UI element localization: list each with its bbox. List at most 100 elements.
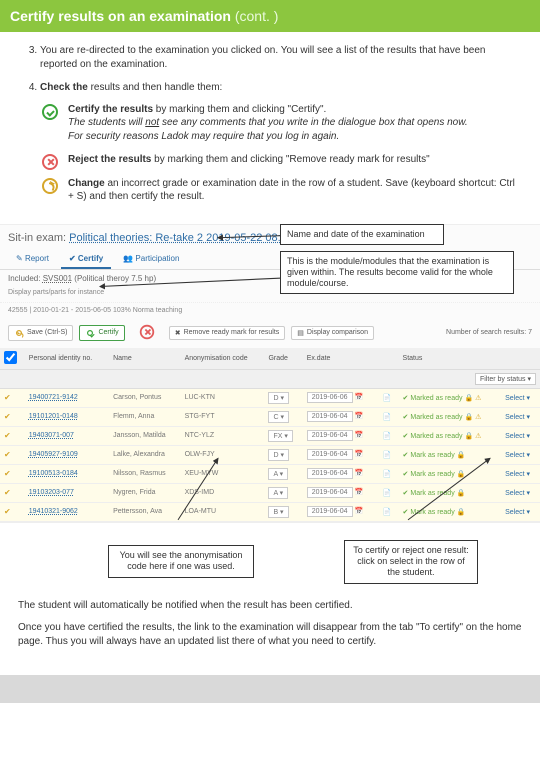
table-row: ✔19403071-007Jansson, MatildaNTC-YLZFX ▾… (0, 426, 540, 445)
cell-name: Pettersson, Ava (109, 502, 180, 521)
page-header: Certify results on an examination (cont.… (0, 0, 540, 32)
cell-note-icon[interactable]: 📄 (379, 407, 399, 426)
closing-p1: The student will automatically be notifi… (18, 599, 522, 613)
cell-date[interactable]: 2019-06-04 📅 (303, 445, 379, 464)
cell-status: ✔ Marked as ready 🔒 ⚠ (399, 407, 502, 426)
action-certify-lead: Certify the results (68, 104, 153, 115)
certify-button[interactable]: Certify (79, 325, 124, 341)
cell-select[interactable]: Select ▾ (501, 464, 540, 483)
callout-anon-code: You will see the anonymisation code here… (108, 545, 254, 578)
cell-grade[interactable]: A ▾ (264, 483, 302, 502)
table-row: ✔19400721-9142Carson, PontusLUC-KTND ▾20… (0, 388, 540, 407)
exam-title: Sit-in exam: Political theories: Re-take… (0, 225, 540, 250)
tab-participation[interactable]: 👥 Participation (115, 250, 187, 269)
x-circle-icon (42, 154, 58, 170)
warning-icon: ⚠ (475, 395, 481, 402)
cell-name: Nilsson, Rasmus (109, 464, 180, 483)
filter-by-status[interactable]: Filter by status ▾ (475, 373, 536, 385)
cell-name: Carson, Pontus (109, 388, 180, 407)
cell-status: ✔ Mark as ready 🔒 (399, 483, 502, 502)
lock-icon: 🔒 (457, 471, 466, 478)
tab-certify[interactable]: ✔ Certify (61, 250, 111, 269)
closing-p2: Once you have certified the results, the… (18, 621, 522, 649)
cell-pid: 19410321-9062 (25, 502, 109, 521)
lock-icon: 🔒 (457, 452, 466, 459)
action-change-lead: Change (68, 178, 105, 189)
cell-select[interactable]: Select ▾ (501, 483, 540, 502)
check-circle-icon (42, 104, 58, 120)
cell-pid: 19100513-0184 (25, 464, 109, 483)
row-checkbox[interactable]: ✔ (0, 483, 25, 502)
action-reject-lead: Reject the results (68, 154, 151, 165)
col-date[interactable]: Ex.date (303, 348, 379, 370)
row-checkbox[interactable]: ✔ (0, 388, 25, 407)
cell-note-icon[interactable]: 📄 (379, 483, 399, 502)
callout-exam-name: Name and date of the examination (280, 224, 444, 245)
cell-grade[interactable]: D ▾ (264, 445, 302, 464)
cell-name: Lalke, Alexandra (109, 445, 180, 464)
filter-line: 42555 | 2010-01-21 - 2015-06-05 103% Nor… (0, 302, 540, 318)
cell-note-icon[interactable]: 📄 (379, 426, 399, 445)
cell-date[interactable]: 2019-06-04 📅 (303, 407, 379, 426)
remove-mark-button[interactable]: ✖ Remove ready mark for results (169, 326, 286, 340)
cell-grade[interactable]: FX ▾ (264, 426, 302, 445)
cell-pid: 19101201-0148 (25, 407, 109, 426)
table-row: ✔19100513-0184Nilsson, RasmusXEU-MYWA ▾2… (0, 464, 540, 483)
cell-pid: 19403071-007 (25, 426, 109, 445)
screenshot-mock: Sit-in exam: Political theories: Re-take… (0, 224, 540, 523)
col-status[interactable]: Status (399, 348, 502, 370)
cell-note-icon[interactable]: 📄 (379, 445, 399, 464)
cell-date[interactable]: 2019-06-04 📅 (303, 426, 379, 445)
cell-select[interactable]: Select ▾ (501, 502, 540, 521)
table-row: ✔19410321-9062Pettersson, AvaLOA-MTUB ▾2… (0, 502, 540, 521)
row-checkbox[interactable]: ✔ (0, 407, 25, 426)
callout-module: This is the module/modules that the exam… (280, 251, 514, 295)
cell-note-icon[interactable]: 📄 (379, 464, 399, 483)
footer-bar (0, 675, 540, 703)
tab-report[interactable]: ✎ Report (8, 250, 57, 269)
cell-grade[interactable]: C ▾ (264, 407, 302, 426)
cell-select[interactable]: Select ▾ (501, 407, 540, 426)
lock-icon: 🔒 (464, 395, 473, 402)
cell-anon: LUC-KTN (181, 388, 265, 407)
col-pid[interactable]: Personal identity no. (25, 348, 109, 370)
cell-name: Jansson, Matilda (109, 426, 180, 445)
cell-anon: NTC-YLZ (181, 426, 265, 445)
check-icon (87, 330, 93, 336)
row-checkbox[interactable]: ✔ (0, 426, 25, 445)
cell-note-icon[interactable]: 📄 (379, 388, 399, 407)
cell-anon: XDS-IMD (181, 483, 265, 502)
result-count: Number of search results: 7 (446, 329, 532, 336)
col-anon[interactable]: Anonymisation code (181, 348, 265, 370)
cell-note-icon[interactable]: 📄 (379, 502, 399, 521)
col-chk[interactable] (0, 348, 25, 370)
cell-select[interactable]: Select ▾ (501, 426, 540, 445)
cell-select[interactable]: Select ▾ (501, 445, 540, 464)
warning-icon: ⚠ (475, 414, 481, 421)
cell-grade[interactable]: D ▾ (264, 388, 302, 407)
cell-name: Nygren, Frida (109, 483, 180, 502)
cell-select[interactable]: Select ▾ (501, 388, 540, 407)
col-name[interactable]: Name (109, 348, 180, 370)
save-button[interactable]: Save (Ctrl-S) (8, 325, 73, 341)
row-checkbox[interactable]: ✔ (0, 445, 25, 464)
cell-grade[interactable]: A ▾ (264, 464, 302, 483)
module-link[interactable]: SVS001 (43, 274, 72, 283)
row-checkbox[interactable]: ✔ (0, 464, 25, 483)
cell-status: ✔ Mark as ready 🔒 (399, 464, 502, 483)
warning-icon: ⚠ (475, 433, 481, 440)
refresh-circle-icon (42, 178, 58, 194)
cell-date[interactable]: 2019-06-04 📅 (303, 464, 379, 483)
row-checkbox[interactable]: ✔ (0, 502, 25, 521)
col-grade[interactable]: Grade (264, 348, 302, 370)
display-comparison-button[interactable]: ▤ Display comparison (291, 326, 374, 340)
step-3: You are re-directed to the examination y… (40, 44, 522, 71)
table-row: ✔19103203-077Nygren, FridaXDS-IMDA ▾2019… (0, 483, 540, 502)
cell-date[interactable]: 2019-06-06 📅 (303, 388, 379, 407)
cell-grade[interactable]: B ▾ (264, 502, 302, 521)
cell-date[interactable]: 2019-06-04 📅 (303, 502, 379, 521)
cell-date[interactable]: 2019-06-04 📅 (303, 483, 379, 502)
cell-status: ✔ Marked as ready 🔒 ⚠ (399, 426, 502, 445)
cell-status: ✔ Mark as ready 🔒 (399, 445, 502, 464)
remove-mark-icon-standalone (139, 324, 155, 342)
